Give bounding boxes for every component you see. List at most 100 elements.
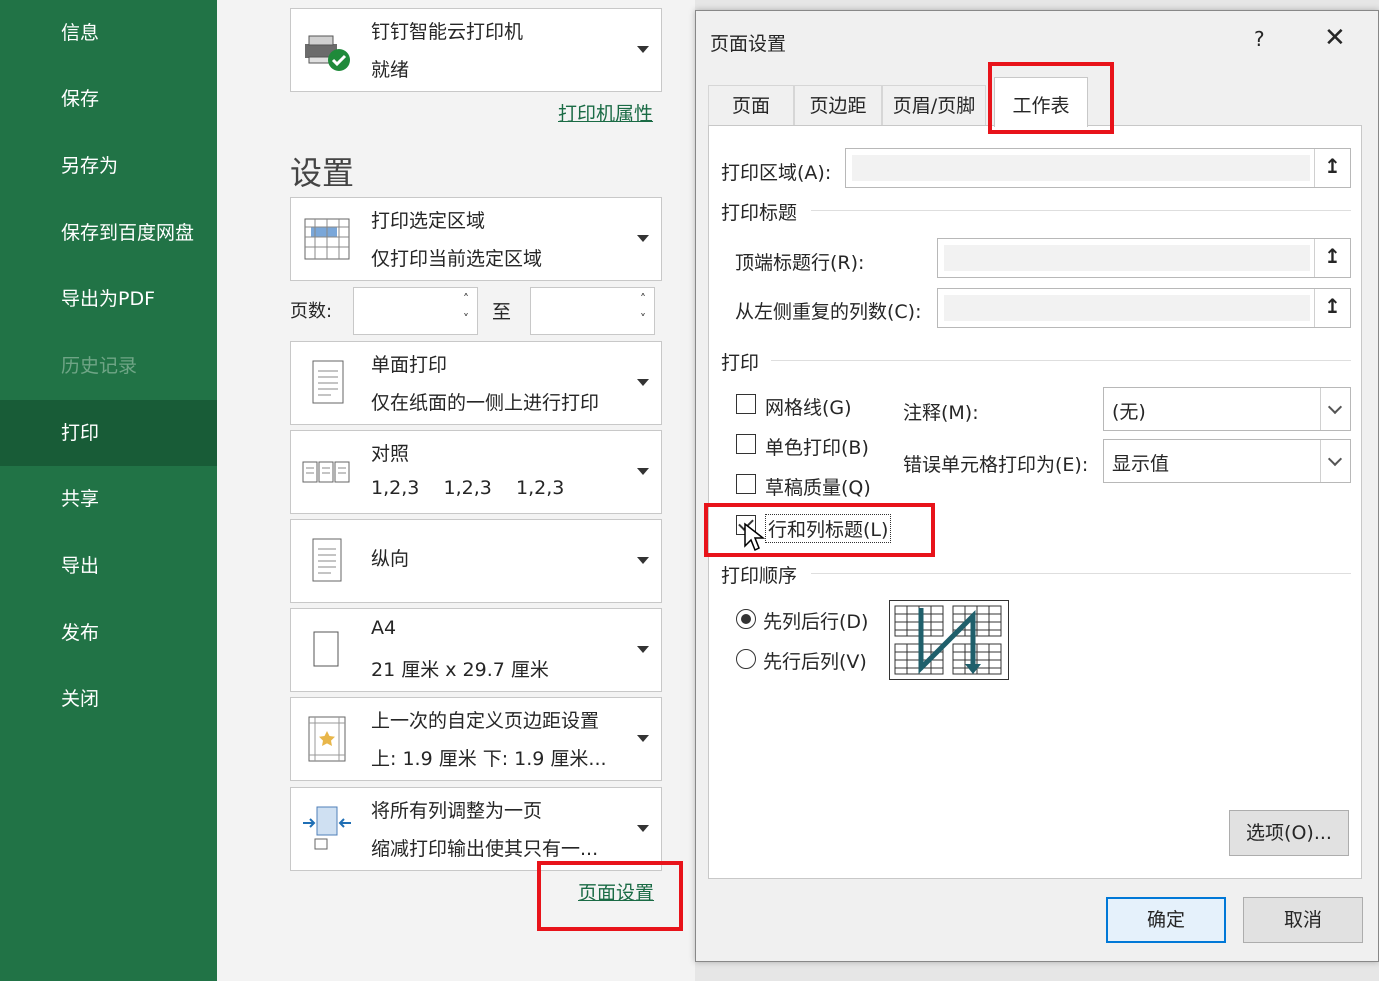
scaling-line2: 缩减打印输出使其只有一... [371,838,599,860]
mono-checkbox[interactable] [736,434,756,454]
printer-name: 钉钉智能云打印机 [371,21,524,43]
top-rows-input[interactable]: ↥ [937,238,1351,278]
nav-item-history: 历史记录 [61,355,138,377]
printer-properties-link[interactable]: 打印机属性 [558,99,653,126]
mono-label: 单色打印(B) [765,437,869,459]
collapse-dialog-icon[interactable]: ↥ [1314,289,1350,327]
top-rows-label: 顶端标题行(R): [735,252,865,274]
mouse-pointer-icon [744,522,766,552]
nav-item-export[interactable]: 导出 [0,533,217,599]
custom-margins-icon [308,716,346,762]
scaling-select[interactable]: 将所有列调整为一页 缩减打印输出使其只有一... [290,787,662,871]
chevron-down-icon [637,646,649,653]
print-area-label: 打印区域(A): [721,162,832,184]
single-sided-icon [312,360,344,404]
fit-columns-icon [303,806,351,850]
print-order-section: 打印顺序 [721,565,798,587]
print-area-input[interactable]: ↥ [845,148,1351,188]
nav-item-save-baidu[interactable]: 保存到百度网盘 [0,200,217,266]
chevron-down-icon [637,235,649,242]
paper-size-select[interactable]: A4 21 厘米 x 29.7 厘米 [290,608,662,692]
nav-item-save[interactable]: 保存 [0,66,217,132]
backstage-nav: 信息 保存 另存为 保存到百度网盘 导出为PDF 历史记录 打印 共享 导出 发… [0,0,217,981]
gridlines-label: 网格线(G) [765,397,852,419]
chevron-down-icon [637,557,649,564]
scaling-line1: 将所有列调整为一页 [371,800,543,822]
dialog-title: 页面设置 [710,33,787,55]
comments-select[interactable]: (无) [1103,387,1351,431]
options-button[interactable]: 选项(O)... [1229,810,1349,856]
print-settings-pane: 钉钉智能云打印机 就绪 打印机属性 设置 打印选定区域 仅打印当前选定区域 页数… [217,0,695,981]
printer-select[interactable]: 钉钉智能云打印机 就绪 [290,8,662,92]
spin-up-icon[interactable]: ˄ [640,292,646,306]
portrait-icon [312,538,342,582]
nav-item-info[interactable]: 信息 [0,0,217,66]
collapse-dialog-icon[interactable]: ↥ [1314,239,1350,277]
pages-to-label: 至 [492,301,512,323]
gridlines-checkbox[interactable] [736,394,756,414]
tab-margins[interactable]: 页边距 [794,85,882,125]
chevron-down-icon[interactable] [1320,440,1350,482]
left-cols-label: 从左侧重复的列数(C): [735,301,922,323]
pages-from-input[interactable]: ˄ ˅ [353,287,478,335]
spin-down-icon[interactable]: ˅ [640,312,646,326]
spin-up-icon[interactable]: ˄ [463,292,469,306]
printer-status: 就绪 [371,59,410,81]
collate-icon [302,461,350,483]
nav-item-close[interactable]: 关闭 [0,666,217,732]
left-cols-input[interactable]: ↥ [937,288,1351,328]
draft-checkbox[interactable] [736,474,756,494]
print-area-select[interactable]: 打印选定区域 仅打印当前选定区域 [290,197,662,281]
tab-header-footer[interactable]: 页眉/页脚 [882,85,986,125]
section-divider [811,573,1351,574]
collapse-dialog-icon[interactable]: ↥ [1314,149,1350,187]
help-icon[interactable]: ? [1254,27,1265,51]
margins-select[interactable]: 上一次的自定义页边距设置 上: 1.9 厘米 下: 1.9 厘米... [290,697,662,781]
spin-down-icon[interactable]: ˅ [463,312,469,326]
errors-label: 错误单元格打印为(E): [903,454,1089,476]
tab-page[interactable]: 页面 [708,85,794,125]
sides-select[interactable]: 单面打印 仅在纸面的一侧上进行打印 [290,341,662,425]
nav-item-publish[interactable]: 发布 [0,600,217,666]
margins-line1: 上一次的自定义页边距设置 [371,710,600,732]
down-then-over-radio[interactable] [736,609,756,629]
sides-line2: 仅在纸面的一侧上进行打印 [371,392,600,414]
draft-label: 草稿质量(Q) [765,477,871,499]
paper-icon [313,631,339,667]
comments-value: (无) [1112,401,1146,423]
nav-item-export-pdf[interactable]: 导出为PDF [0,266,217,332]
close-icon[interactable]: ✕ [1324,23,1346,53]
collate-line1: 对照 [371,443,410,465]
comments-label: 注释(M): [903,402,979,424]
row-col-headings-label: 行和列标题(L) [765,514,892,543]
pages-to-input[interactable]: ˄ ˅ [530,287,655,335]
errors-select[interactable]: 显示值 [1103,439,1351,483]
print-section: 打印 [721,352,760,374]
paper-line1: A4 [371,617,397,639]
collate-line2: 1,2,3 1,2,3 1,2,3 [371,477,565,499]
cancel-button[interactable]: 取消 [1243,897,1363,943]
sides-line1: 单面打印 [371,354,448,376]
over-then-down-label: 先行后列(V) [763,651,867,673]
page-setup-link[interactable]: 页面设置 [578,878,654,905]
chevron-down-icon [637,468,649,475]
page-setup-dialog: 页面设置 ? ✕ 页面 页边距 页眉/页脚 工作表 打印区域(A): ↥ 打印标… [695,10,1379,962]
ok-button[interactable]: 确定 [1106,897,1226,943]
orientation-select[interactable]: 纵向 [290,519,662,603]
over-then-down-radio[interactable] [736,649,756,669]
margins-line2: 上: 1.9 厘米 下: 1.9 厘米... [371,748,607,770]
printer-ready-icon [305,35,350,71]
print-area-line2: 仅打印当前选定区域 [371,248,543,270]
print-titles-section: 打印标题 [721,202,798,224]
chevron-down-icon [637,825,649,832]
nav-item-save-as[interactable]: 另存为 [0,133,217,199]
print-order-preview-icon [889,600,1009,680]
section-divider [771,360,1351,361]
chevron-down-icon [637,379,649,386]
nav-item-share[interactable]: 共享 [0,466,217,532]
collate-select[interactable]: 对照 1,2,3 1,2,3 1,2,3 [290,430,662,514]
chevron-down-icon [637,735,649,742]
chevron-down-icon[interactable] [1320,388,1350,430]
nav-item-print[interactable]: 打印 [0,400,217,466]
tab-sheet[interactable]: 工作表 [994,77,1088,127]
